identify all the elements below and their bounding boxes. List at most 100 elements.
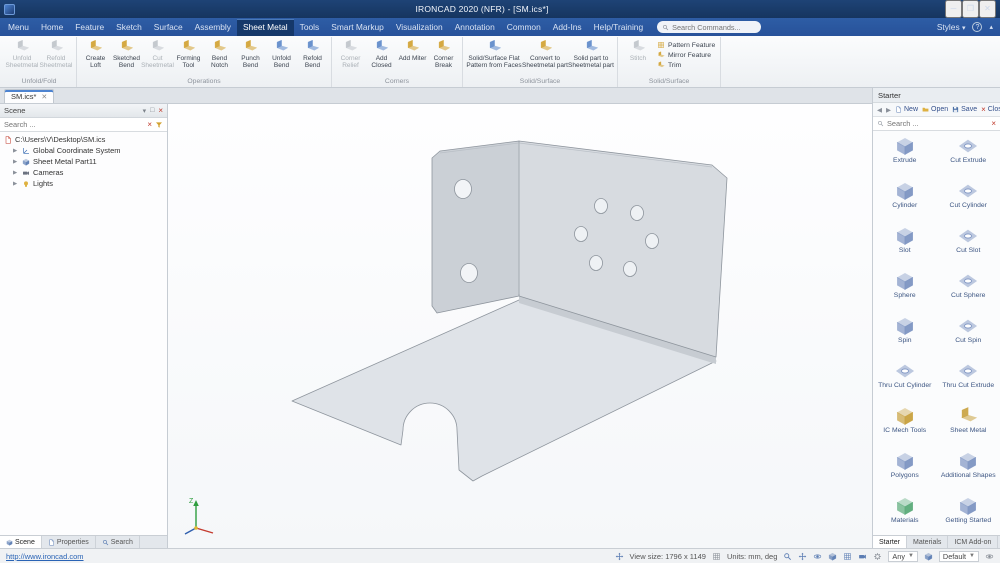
convert-to-sheetmetal-button[interactable]: Convert to Sheetmetal part [522, 38, 568, 69]
catalog-back-icon[interactable]: ◀ [876, 106, 883, 114]
catalog-item-cut-extrude[interactable]: Cut Extrude [937, 133, 1000, 178]
tab-add-ins[interactable]: Add-Ins [547, 19, 588, 36]
catalog-item-thru-cut-extrude[interactable]: Thru Cut Extrude [937, 358, 1000, 403]
expand-icon[interactable]: ▶ [13, 181, 19, 187]
catalog-item-ic-mech-tools[interactable]: IC Mech Tools [873, 403, 937, 448]
styles-dropdown[interactable]: Styles ▾ [937, 22, 966, 32]
tab-home[interactable]: Home [35, 19, 69, 36]
catalog-item-spin[interactable]: Spin [873, 313, 937, 358]
viewport-3d[interactable]: Z [168, 104, 872, 548]
orbit-icon[interactable] [813, 552, 822, 561]
solid-part-to-sheetmetal-button[interactable]: Solid part to Sheetmetal part [568, 38, 614, 69]
collapse-ribbon-icon[interactable]: ▴ [989, 23, 993, 31]
corner-break-button[interactable]: Corner Break [428, 38, 459, 69]
zoom-icon[interactable] [783, 552, 792, 561]
scene-tree-item-cameras[interactable]: ▶ Cameras [0, 167, 167, 178]
command-search-input[interactable] [672, 22, 757, 32]
statusbar-expand-icon[interactable] [985, 552, 994, 561]
document-tab[interactable]: SM.ics* ✕ [4, 89, 55, 103]
punch-bend-button[interactable]: Punch Bend [235, 38, 266, 69]
camera-view-icon[interactable] [858, 552, 867, 561]
sketched-bend-button[interactable]: Sketched Bend [111, 38, 142, 69]
scene-search-input[interactable] [4, 120, 145, 129]
add-miter-button[interactable]: Add Miter [397, 38, 428, 62]
catalog-new-button[interactable]: New [894, 106, 919, 113]
mirror-feature-button[interactable]: Mirror Feature [657, 51, 715, 59]
forming-tool-button[interactable]: Forming Tool [173, 38, 204, 69]
tab-smart-markup[interactable]: Smart Markup [325, 19, 390, 36]
tab-surface[interactable]: Surface [148, 19, 189, 36]
scene-tree-root[interactable]: C:\Users\V\Desktop\SM.ics [0, 134, 167, 145]
catalog-item-slot[interactable]: Slot [873, 223, 937, 268]
view-cube-icon[interactable] [828, 552, 837, 561]
corner-relief-button[interactable]: Corner Relief [335, 38, 366, 69]
tab-assembly[interactable]: Assembly [189, 19, 237, 36]
catalog-item-sphere[interactable]: Sphere [873, 268, 937, 313]
tab-starter[interactable]: Starter [873, 536, 908, 548]
pattern-feature-button[interactable]: Pattern Feature [657, 41, 715, 49]
catalog-item-thru-cut-cylinder[interactable]: Thru Cut Cylinder [873, 358, 937, 403]
catalog-item-polygons[interactable]: Polygons [873, 448, 937, 493]
catalog-item-additional-shapes[interactable]: Additional Shapes [937, 448, 1000, 493]
help-icon[interactable]: ? [972, 22, 983, 32]
scene-search-clear-icon[interactable]: × [147, 120, 152, 129]
close-button[interactable]: ✕ [979, 0, 996, 18]
flat-pattern-from-faces-button[interactable]: Solid/Surface Flat Pattern from Faces [466, 38, 522, 69]
tab-common[interactable]: Common [501, 19, 547, 36]
catalog-save-button[interactable]: Save [951, 106, 978, 113]
tab-visualization[interactable]: Visualization [390, 19, 449, 36]
catalog-item-materials[interactable]: Materials [873, 493, 937, 535]
expand-icon[interactable]: ▶ [13, 159, 19, 165]
catalog-item-extrude[interactable]: Extrude [873, 133, 937, 178]
trim-button[interactable]: Trim [657, 61, 715, 69]
panel-close-icon[interactable]: × [158, 106, 163, 115]
tab-help-training[interactable]: Help/Training [588, 19, 650, 36]
tab-search[interactable]: Search [96, 536, 140, 548]
refold-bend-button[interactable]: Refold Bend [297, 38, 328, 69]
catalog-search-input[interactable] [887, 119, 989, 128]
tab-materials[interactable]: Materials [907, 536, 949, 548]
document-tab-close-icon[interactable]: ✕ [41, 93, 47, 101]
sheet-metal-part-3d[interactable] [291, 140, 728, 482]
catalog-item-cut-slot[interactable]: Cut Slot [937, 223, 1000, 268]
catalog-open-button[interactable]: Open [921, 106, 949, 113]
grid-toggle-icon[interactable] [843, 552, 852, 561]
catalog-search-clear-icon[interactable]: × [991, 119, 996, 128]
minimize-button[interactable]: ─ [945, 0, 962, 18]
scene-tree-item-global-coordinate-system[interactable]: ▶ Global Coordinate System [0, 145, 167, 156]
stitch-button[interactable]: Stitch [621, 38, 655, 62]
catalog-item-sheet-metal[interactable]: Sheet Metal [937, 403, 1000, 448]
unfold-bend-button[interactable]: Unfold Bend [266, 38, 297, 69]
panel-float-icon[interactable]: □ [150, 107, 154, 114]
tab-sheet-metal[interactable]: Sheet Metal [236, 18, 294, 36]
cut-sheetmetal-button[interactable]: Cut Sheetmetal [141, 38, 174, 69]
tab-sketch[interactable]: Sketch [110, 19, 148, 36]
scene-tree-item-sheet-metal-part[interactable]: ▶ Sheet Metal Part11 [0, 156, 167, 167]
unfold-sheetmetal-button[interactable]: Unfold Sheetmetal [5, 38, 39, 69]
scene-filter-button[interactable] [155, 117, 163, 132]
create-loft-button[interactable]: Create Loft [80, 38, 111, 69]
catalog-item-cut-spin[interactable]: Cut Spin [937, 313, 1000, 358]
catalog-item-getting-started[interactable]: Getting Started [937, 493, 1000, 535]
ironcad-link[interactable]: http://www.ironcad.com [6, 552, 84, 561]
pan-icon[interactable] [798, 552, 807, 561]
maximize-button[interactable]: ❐ [962, 0, 979, 18]
expand-icon[interactable]: ▶ [13, 170, 19, 176]
tab-annotation[interactable]: Annotation [449, 19, 501, 36]
catalog-close-button[interactable]: × Close [980, 105, 1000, 114]
bend-notch-button[interactable]: Bend Notch [204, 38, 235, 69]
refold-sheetmetal-button[interactable]: Refold Sheetmetal [39, 38, 73, 69]
render-style-dropdown[interactable]: Default ▼ [938, 550, 979, 562]
tab-scene[interactable]: Scene [0, 536, 42, 548]
catalog-forward-icon[interactable]: ▶ [885, 106, 892, 114]
tab-properties[interactable]: Properties [42, 536, 96, 548]
display-mode-icon[interactable] [924, 552, 933, 561]
command-search-box[interactable] [657, 21, 762, 33]
panel-dock-icon[interactable]: ▾ [143, 107, 147, 115]
tab-menu[interactable]: Menu [2, 19, 35, 36]
catalog-item-cylinder[interactable]: Cylinder [873, 178, 937, 223]
tab-feature[interactable]: Feature [69, 19, 110, 36]
tab-tools[interactable]: Tools [294, 19, 326, 36]
add-closed-button[interactable]: Add Closed [366, 38, 397, 69]
tab-icm-add-on[interactable]: ICM Add-on [948, 536, 999, 548]
